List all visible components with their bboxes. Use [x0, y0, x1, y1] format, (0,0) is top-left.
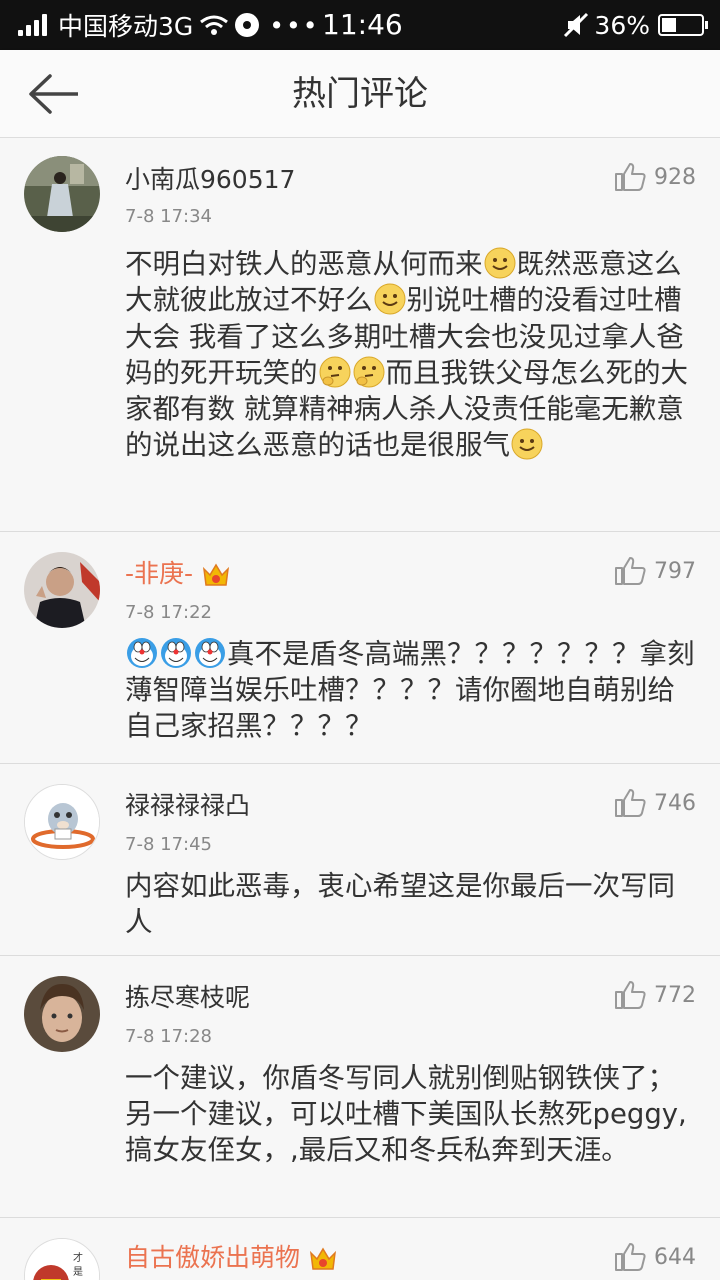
- doraemon-emoji-icon: [161, 638, 191, 668]
- more-icon: •••: [269, 10, 320, 40]
- vip-crown-icon: [203, 563, 230, 586]
- status-right: 36%: [562, 0, 708, 50]
- like-button[interactable]: 644: [614, 1242, 696, 1272]
- comment-time: 7-8 17:34: [125, 206, 212, 227]
- like-count: 644: [654, 1244, 696, 1270]
- think-emoji-icon: [353, 356, 384, 388]
- thumbs-up-icon: [615, 557, 646, 585]
- comment-text: 内容如此恶毒，衷心希望这是你最后一次写同人: [125, 870, 675, 938]
- thumbs-up-icon: [615, 1243, 646, 1271]
- comment-item: 禄禄禄禄凸 7-8 17:45 746 内容如此恶毒，衷心希望这是你最后一次写同…: [0, 764, 720, 956]
- carrier-label: 中国移动3G: [58, 12, 194, 41]
- avatar[interactable]: [24, 552, 100, 628]
- smile-emoji-icon: [484, 247, 515, 279]
- doraemon-emoji-icon: [195, 638, 225, 668]
- comment-text: 真不是盾冬高端黑？？？？？？？拿刻薄智障当娱乐吐槽？？？？请你圈地自萌别给自己家…: [125, 636, 700, 744]
- svg-text:是: 是: [73, 1266, 83, 1278]
- think-emoji-icon: [319, 356, 350, 388]
- clock: 11:46: [322, 8, 403, 41]
- comment-item: 小南瓜960517 7-8 17:34 928 不明白对铁人的恶意从何而来 既然恶…: [0, 138, 720, 532]
- thumbs-up-icon: [615, 789, 646, 817]
- thumbs-up-icon: [615, 981, 646, 1009]
- username-text: 自古傲娇出萌物: [125, 1243, 301, 1272]
- comment-time: 7-8 17:45: [125, 834, 212, 855]
- username-text: -非庚-: [125, 559, 194, 588]
- battery-percent: 36%: [594, 10, 650, 40]
- svg-text:才: 才: [73, 1251, 83, 1264]
- status-bar: 中国移动3G ••• 11:46 36%: [0, 0, 720, 50]
- comment-text: 一个建议，你盾冬写同人就别倒贴钢铁侠了；另一个建议，可以吐槽下美国队长熬死peg…: [125, 1062, 687, 1166]
- comment-text: 不明白对铁人的恶意从何而来 既然恶意这么大就彼此放过不好么 别说吐槽的没看过吐槽大会…: [125, 246, 700, 464]
- like-button[interactable]: 772: [614, 980, 696, 1010]
- signal-icon: [18, 14, 50, 36]
- doraemon-emoji-icon: [127, 638, 157, 668]
- like-count: 772: [654, 982, 696, 1008]
- avatar[interactable]: [24, 784, 100, 860]
- nav-bar: 热门评论: [0, 50, 720, 138]
- comment-time: 7-8 17:28: [125, 1026, 212, 1047]
- comment-item: 拣尽寒枝呢 7-8 17:28 772 一个建议，你盾冬写同人就别倒贴钢铁侠了；…: [0, 956, 720, 1218]
- page-title: 热门评论: [292, 74, 428, 114]
- like-button[interactable]: 797: [614, 556, 696, 586]
- comment-item: 才 是 自古傲娇出萌物 644: [0, 1218, 720, 1280]
- smile-emoji-icon: [511, 428, 543, 460]
- comment-item: -非庚- 7-8 17:22 797 真不是盾冬高端黑？？？？？？？拿刻薄智障当…: [0, 532, 720, 764]
- text-part: 不明白对铁人的恶意从何而来: [125, 248, 483, 280]
- username[interactable]: 小南瓜960517: [125, 160, 295, 196]
- like-button[interactable]: 928: [614, 162, 696, 192]
- username[interactable]: 拣尽寒枝呢: [125, 978, 250, 1014]
- comment-time: 7-8 17:22: [125, 602, 212, 623]
- username[interactable]: 自古傲娇出萌物: [125, 1238, 338, 1274]
- avatar[interactable]: 才 是: [24, 1238, 100, 1280]
- smile-emoji-icon: [374, 283, 405, 315]
- like-count: 928: [654, 164, 696, 190]
- username[interactable]: 禄禄禄禄凸: [125, 786, 250, 822]
- thumbs-up-icon: [615, 163, 646, 191]
- username[interactable]: -非庚-: [125, 554, 231, 590]
- avatar[interactable]: [24, 976, 100, 1052]
- avatar[interactable]: [24, 156, 100, 232]
- sync-icon: [235, 13, 260, 37]
- status-left: 中国移动3G •••: [18, 0, 320, 50]
- mute-icon: [564, 12, 589, 38]
- battery-icon: [658, 14, 708, 36]
- like-count: 797: [654, 558, 696, 584]
- vip-crown-icon: [310, 1247, 337, 1270]
- like-count: 746: [654, 790, 696, 816]
- wifi-icon: [200, 15, 229, 35]
- like-button[interactable]: 746: [614, 788, 696, 818]
